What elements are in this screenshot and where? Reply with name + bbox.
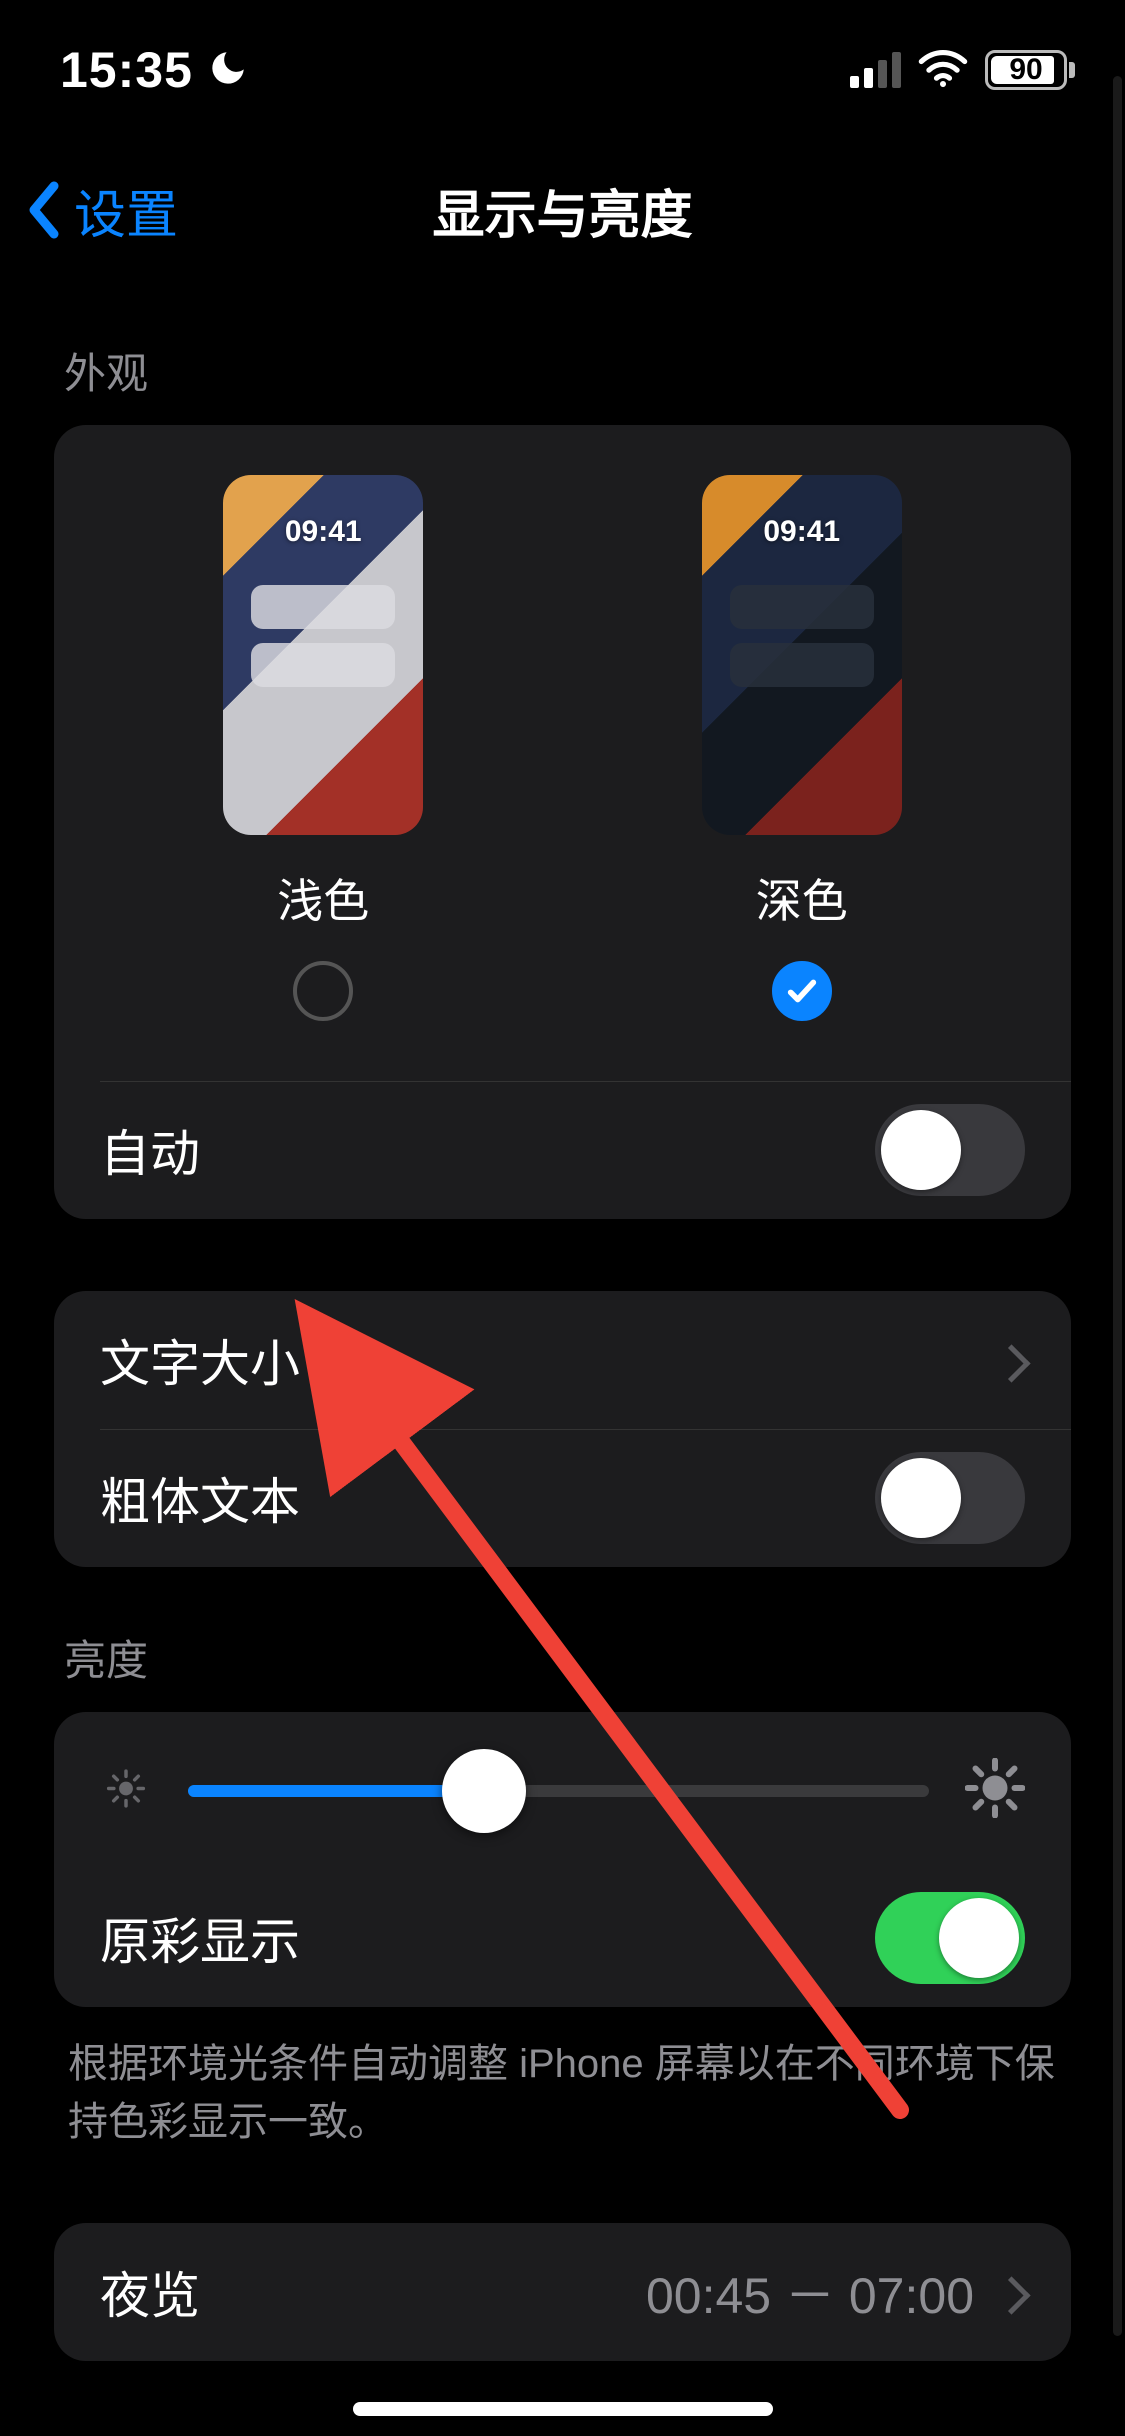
brightness-thumb[interactable] [442,1749,526,1833]
brightness-header: 亮度 [54,1567,1071,1712]
back-label: 设置 [74,173,178,248]
auto-appearance-label: 自动 [100,1114,875,1186]
text-size-row[interactable]: 文字大小 [54,1291,1071,1429]
bold-text-label: 粗体文本 [100,1462,875,1534]
bold-text-row[interactable]: 粗体文本 [54,1429,1071,1567]
brightness-slider[interactable] [188,1785,929,1797]
dark-preview: 09:41 [702,475,902,835]
true-tone-footer: 根据环境光条件自动调整 iPhone 屏幕以在不同环境下保持色彩显示一致。 [54,2007,1071,2151]
light-preview: 09:41 [223,475,423,835]
nav-bar: 设置 显示与亮度 [0,140,1125,280]
battery-icon: 90 [985,50,1075,90]
light-label: 浅色 [277,865,369,931]
chevron-right-icon [998,1331,1025,1389]
sun-dim-icon [105,1768,147,1814]
sun-bright-icon [965,1758,1025,1823]
brightness-fill [188,1785,484,1797]
dark-preview-time: 09:41 [763,515,840,549]
battery-percent: 90 [988,53,1064,87]
scrollbar-track [1113,76,1122,2336]
light-preview-time: 09:41 [285,515,362,549]
brightness-slider-row [54,1712,1071,1869]
text-group: 文字大小 粗体文本 [54,1291,1071,1567]
appearance-option-light[interactable]: 09:41 浅色 [223,475,423,1021]
night-shift-label: 夜览 [100,2256,646,2328]
true-tone-row[interactable]: 原彩显示 [54,1869,1071,2007]
moon-icon [207,47,249,94]
auto-appearance-toggle[interactable] [875,1104,1025,1196]
wifi-icon [917,48,969,93]
brightness-group: 原彩显示 [54,1712,1071,2007]
dark-label: 深色 [756,865,848,931]
night-shift-value: 00:45 － 07:00 [646,2256,974,2328]
bold-text-toggle[interactable] [875,1452,1025,1544]
night-shift-row[interactable]: 夜览 00:45 － 07:00 [54,2223,1071,2361]
page-title: 显示与亮度 [432,173,692,248]
home-indicator [353,2402,773,2416]
dark-radio[interactable] [772,961,832,1021]
status-time: 15:35 [60,41,193,99]
text-size-label: 文字大小 [100,1324,998,1396]
status-bar: 15:35 90 [0,0,1125,140]
true-tone-toggle[interactable] [875,1892,1025,1984]
appearance-group: 09:41 浅色 09:41 深色 自动 [54,425,1071,1219]
appearance-header: 外观 [54,280,1071,425]
back-button[interactable]: 设置 [24,173,178,248]
true-tone-label: 原彩显示 [100,1902,875,1974]
light-radio[interactable] [293,961,353,1021]
chevron-right-icon [998,2263,1025,2321]
night-shift-group: 夜览 00:45 － 07:00 [54,2223,1071,2361]
appearance-option-dark[interactable]: 09:41 深色 [702,475,902,1021]
cellular-icon [850,52,901,88]
auto-appearance-row[interactable]: 自动 [54,1081,1071,1219]
